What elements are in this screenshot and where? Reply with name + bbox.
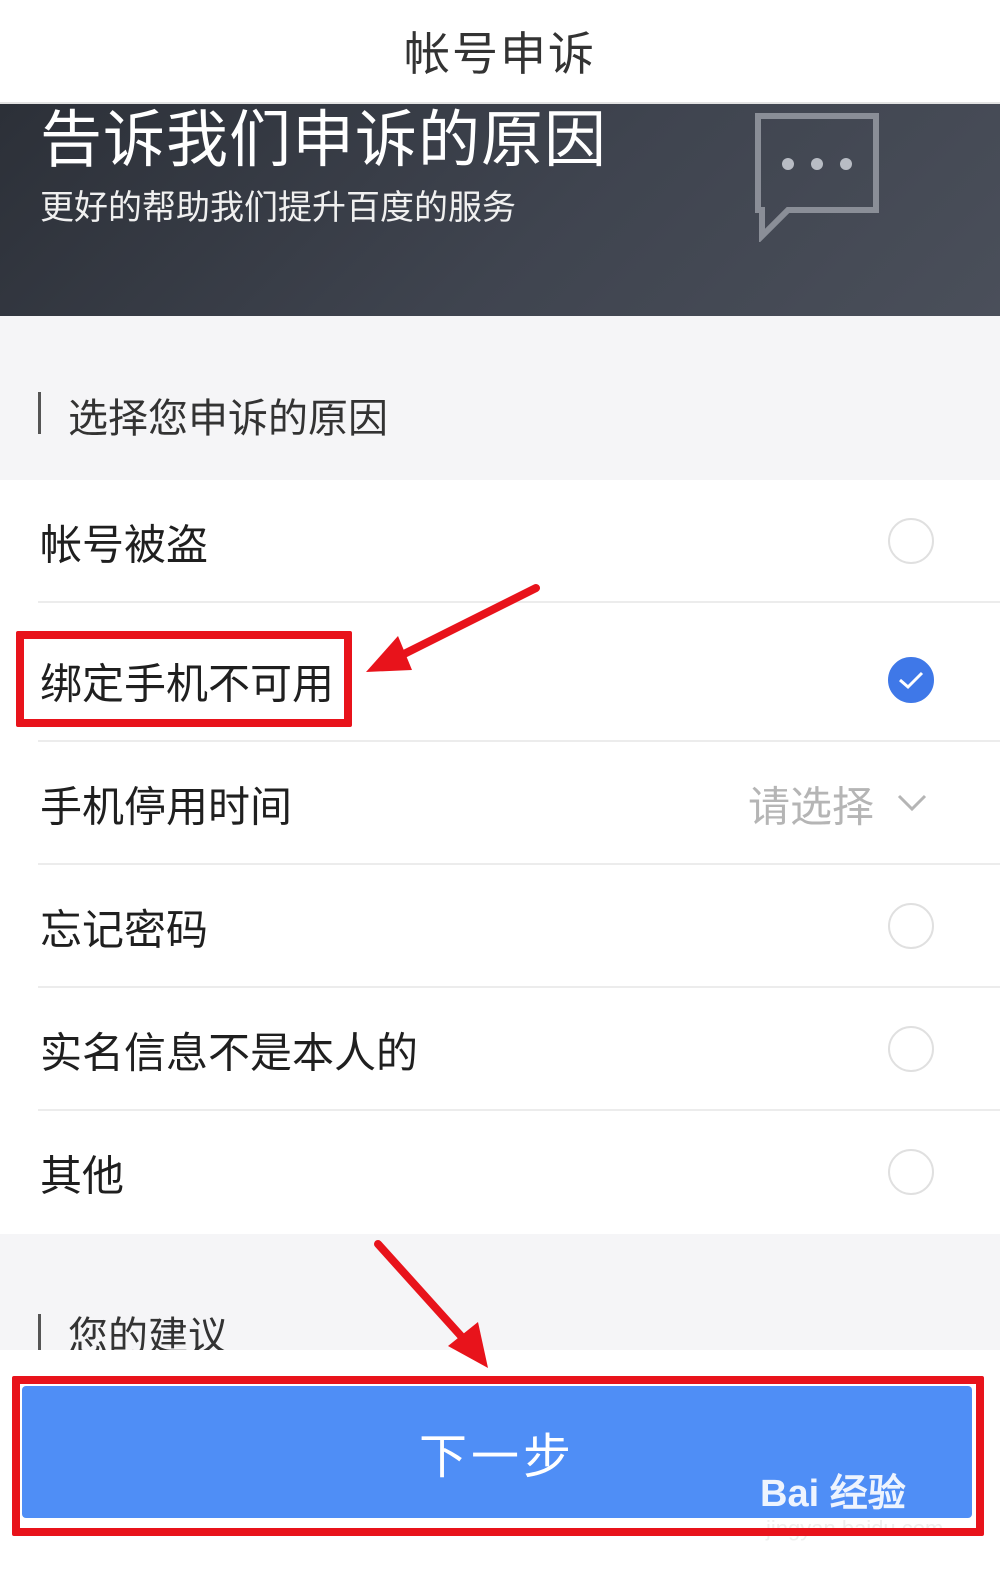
arrow-icon bbox=[366, 584, 540, 672]
arrow-icon bbox=[374, 1240, 488, 1368]
annotation-arrows bbox=[366, 584, 540, 1368]
